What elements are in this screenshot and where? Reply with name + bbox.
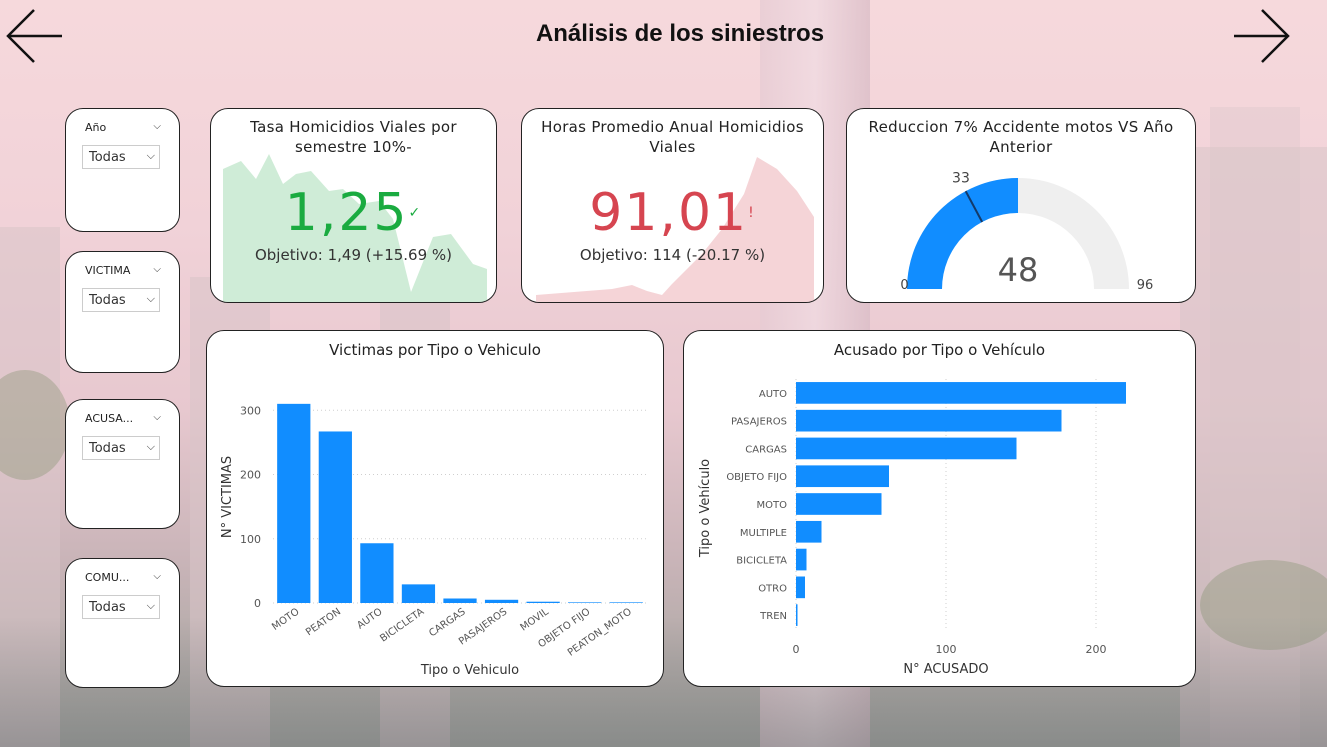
x-tick-label: 100 <box>936 643 957 656</box>
chevron-down-icon: ⌵ <box>146 292 155 305</box>
y-tick-label: 0 <box>254 597 261 610</box>
victimas-bar-chart: 0100200300MOTO PEATON AUTOBICICLETA CARGASP… <box>220 403 647 678</box>
slicer-dropdown[interactable]: Todas ⌵ <box>82 145 160 169</box>
bar <box>796 493 882 515</box>
y-tick-label: TREN <box>759 611 787 622</box>
slicer-label: ACUSA... <box>85 412 134 425</box>
kpi-value: 91,01! <box>589 183 756 243</box>
x-tick-label: 0 <box>793 643 800 656</box>
acusado-bar-chart: 0 100 200 AUTO PASAJEROS CARGAS OBJETO FIJO MOT… <box>698 379 1126 677</box>
bar <box>796 382 1126 404</box>
slicer-label: Año <box>85 121 107 134</box>
bar <box>277 403 311 603</box>
gauge-value: 48 <box>998 251 1039 289</box>
bar <box>401 584 436 603</box>
page-title: Análisis de los siniestros <box>535 20 825 47</box>
bar <box>609 602 643 603</box>
y-axis-label: Tipo o Vehículo <box>698 459 713 558</box>
kpi-title: Tasa Homicidios Viales por semestre 10%- <box>250 118 457 156</box>
x-tick-label: BICICLETA <box>378 606 426 644</box>
x-axis-label: Tipo o Vehiculo <box>420 663 519 678</box>
x-tick-label: 200 <box>1086 643 1107 656</box>
slicer-value: Todas <box>89 600 126 615</box>
y-axis-label: N° VICTIMAS <box>220 456 235 538</box>
gauge-chart: 33 48 0 96 <box>900 170 1154 293</box>
kpi-value: 1,25✓ <box>284 183 423 243</box>
y-tick-label: BICICLETA <box>736 556 787 567</box>
slicer-ano[interactable]: Año ⌵ Todas ⌵ <box>65 108 180 232</box>
gauge-reduccion-motos[interactable]: Reduccion 7% Accidente motos VS Año Anter… <box>846 108 1196 303</box>
chart-victimas-card[interactable]: Victimas por Tipo o Vehiculo 0 100 200 300 M… <box>206 330 664 687</box>
y-tick-label: 300 <box>240 404 261 417</box>
bar <box>796 576 805 599</box>
chevron-down-icon[interactable]: ⌵ <box>153 264 161 275</box>
bar <box>796 409 1062 432</box>
chevron-down-icon[interactable]: ⌵ <box>153 571 161 582</box>
bar <box>796 465 889 488</box>
y-tick-label: AUTO <box>759 389 787 400</box>
x-tick-label: PEATON <box>304 606 343 638</box>
slicer-value: Todas <box>89 150 126 165</box>
y-tick-label: 200 <box>240 469 261 482</box>
slicer-value: Todas <box>89 293 126 308</box>
bar <box>443 598 477 603</box>
slicer-label: VICTIMA <box>85 264 131 277</box>
x-axis-label: N° ACUSADO <box>903 662 988 677</box>
x-tick-label: MOTO <box>270 606 301 633</box>
slicer-comuna[interactable]: COMU... ⌵ Todas ⌵ <box>65 558 180 688</box>
bar <box>360 543 394 603</box>
slicer-dropdown[interactable]: Todas ⌵ <box>82 436 160 460</box>
chart-acusado-card[interactable]: Acusado por Tipo o Vehículo 0 100 200 AUTO P… <box>683 330 1196 687</box>
slicer-dropdown[interactable]: Todas ⌵ <box>82 288 160 312</box>
y-tick-label: OTRO <box>758 583 787 594</box>
kpi-title: Horas Promedio Anual Homicidios Viales <box>541 118 804 156</box>
gauge-max-label: 96 <box>1137 278 1154 293</box>
x-tick-label: MOVIL <box>519 606 552 633</box>
y-tick-label: OBJETO FIJO <box>726 472 787 483</box>
kpi-tasa-homicidios[interactable]: Tasa Homicidios Viales por semestre 10%- … <box>210 108 497 303</box>
chevron-down-icon: ⌵ <box>146 149 155 162</box>
alert-icon: ! <box>748 205 756 221</box>
bar <box>796 520 822 543</box>
bar <box>796 604 798 626</box>
bar <box>568 602 602 603</box>
chevron-down-icon[interactable]: ⌵ <box>153 412 161 423</box>
bar <box>796 437 1017 460</box>
bar <box>526 601 560 603</box>
slicer-dropdown[interactable]: Todas ⌵ <box>82 595 160 619</box>
kpi-target: Objetivo: 114 (-20.17 %) <box>579 246 766 264</box>
x-tick-label: AUTO <box>355 606 384 631</box>
kpi-target: Objetivo: 1,49 (+15.69 %) <box>254 246 453 264</box>
gauge-min-label: 0 <box>900 278 908 293</box>
bar <box>796 548 807 571</box>
kpi-horas-promedio[interactable]: Horas Promedio Anual Homicidios Viales 91… <box>521 108 824 303</box>
slicer-label: COMU... <box>85 571 130 584</box>
bar <box>484 599 519 603</box>
gauge-target-label: 33 <box>952 170 970 186</box>
chevron-down-icon[interactable]: ⌵ <box>153 121 161 132</box>
y-tick-label: CARGAS <box>745 444 787 455</box>
slicer-victima[interactable]: VICTIMA ⌵ Todas ⌵ <box>65 251 180 373</box>
bar <box>318 431 352 603</box>
y-tick-label: MULTIPLE <box>740 528 787 539</box>
chevron-down-icon: ⌵ <box>146 599 155 612</box>
check-icon: ✓ <box>408 205 423 221</box>
y-tick-label: 100 <box>240 533 261 546</box>
y-tick-label: MOTO <box>757 500 788 511</box>
slicer-acusado[interactable]: ACUSA... ⌵ Todas ⌵ <box>65 399 180 529</box>
chevron-down-icon: ⌵ <box>146 440 155 453</box>
slicer-value: Todas <box>89 441 126 456</box>
y-tick-label: PASAJEROS <box>731 417 787 428</box>
